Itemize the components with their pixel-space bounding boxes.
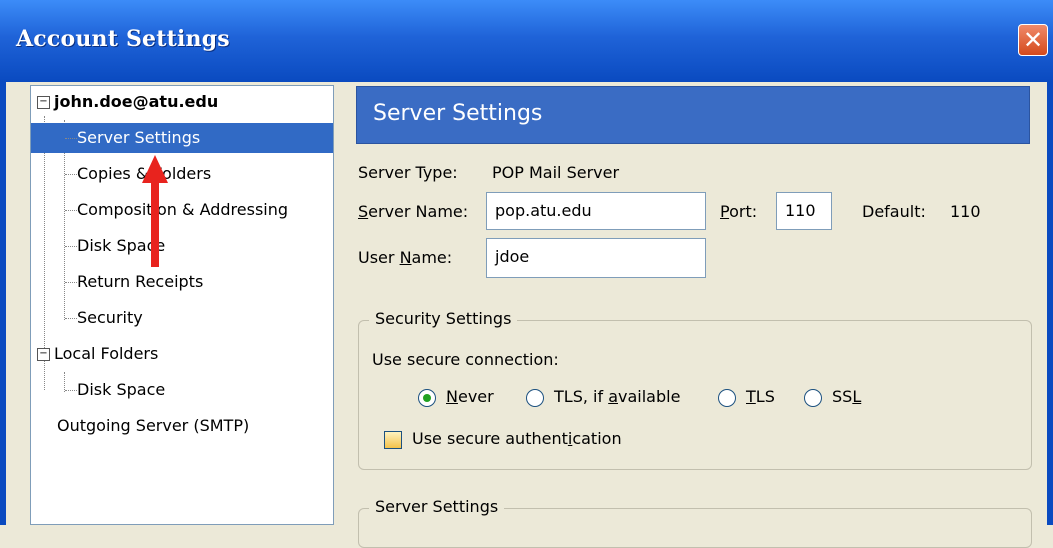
server-name-input[interactable]: pop.atu.edu [486,192,706,230]
collapse-icon[interactable]: − [37,348,50,361]
user-name-input[interactable]: jdoe [486,238,706,278]
server-name-label: Server Name: [358,202,468,221]
title-bar[interactable]: Account Settings ✕ [0,0,1053,82]
panel-header: Server Settings [356,86,1030,144]
tree-item-security[interactable]: Security [77,304,143,332]
radio-tls-access-key: T [746,387,756,406]
secure-auth-checkbox[interactable] [384,431,402,449]
default-port-value: 110 [950,202,981,221]
security-settings-legend: Security Settings [369,309,518,328]
window-title: Account Settings [16,26,230,52]
window-frame-right [1047,82,1053,525]
secure-auth-label[interactable]: Use secure authentication [412,429,622,448]
radio-ssl-text: SS [832,387,853,406]
radio-tls-if-available-access-key: a [608,387,618,406]
port-label: Port: [720,202,757,221]
port-input[interactable]: 110 [776,192,832,230]
window-frame-left [0,82,6,525]
port-label-access-key: P [720,202,730,221]
secure-auth-text-rest: cation [572,429,622,448]
secure-connection-label: Use secure connection: [372,350,559,369]
radio-ssl-access-key: L [852,387,862,406]
tree-item-local-disk-space[interactable]: Disk Space [77,376,165,404]
radio-never-text-rest: ever [457,387,494,406]
collapse-icon[interactable]: − [37,96,50,109]
radio-tls-if-available-text: TLS, if [554,387,609,406]
tree-line [65,282,77,283]
tree-line [65,210,77,211]
panel-header-title: Server Settings [373,101,543,126]
tree-line [65,318,77,319]
tree-line [64,372,65,392]
user-name-label-rest: ame: [411,248,453,267]
radio-tls-if-available[interactable] [526,389,544,407]
tree-line [65,246,77,247]
radio-never-access-key: N [446,387,458,406]
radio-tls-text-rest: LS [755,387,775,406]
default-port-label: Default: [862,202,926,221]
account-tree: − john.doe@atu.edu Server Settings Copies… [30,85,334,525]
tree-item-account-label: john.doe@atu.edu [54,92,219,111]
close-button[interactable]: ✕ [1018,24,1048,56]
tree-item-account[interactable]: − john.doe@atu.edu [37,88,218,116]
user-name-label: User Name: [358,248,452,267]
radio-tls-if-available-text-rest: vailable [618,387,681,406]
tree-item-outgoing-server[interactable]: Outgoing Server (SMTP) [57,412,249,440]
radio-never[interactable] [418,389,436,407]
radio-ssl-label[interactable]: SSL [832,387,861,406]
user-name-label-text: User [358,248,400,267]
tree-item-return-receipts[interactable]: Return Receipts [77,268,203,296]
server-settings-group: Server Settings [358,497,1032,548]
server-name-label-access-key: S [358,202,369,221]
annotation-arrow-icon [142,155,168,267]
radio-tls[interactable] [718,389,736,407]
tree-line [65,138,77,139]
radio-tls-label[interactable]: TLS [746,387,775,406]
radio-ssl[interactable] [804,389,822,407]
tree-item-local-folders-label: Local Folders [54,344,159,363]
radio-never-label[interactable]: Never [446,387,494,406]
tree-item-server-settings[interactable]: Server Settings [77,124,200,152]
tree-line [65,390,77,391]
close-icon: ✕ [1022,26,1044,54]
radio-tls-if-available-label[interactable]: TLS, if available [554,387,680,406]
account-settings-window: Account Settings ✕ − john.doe@atu.edu Ser… [0,0,1053,548]
user-name-label-access-key: N [399,248,412,267]
tree-item-local-folders[interactable]: − Local Folders [37,340,158,368]
secure-auth-text: Use secure authent [412,429,568,448]
server-settings-legend: Server Settings [369,497,505,516]
tree-line [65,174,77,175]
server-type-value: POP Mail Server [492,163,620,182]
server-name-label-text: erver Name: [368,202,469,221]
tree-item-composition-addressing[interactable]: Composition & Addressing [77,196,288,224]
server-type-label: Server Type: [358,163,458,182]
port-label-text: ort: [729,202,758,221]
